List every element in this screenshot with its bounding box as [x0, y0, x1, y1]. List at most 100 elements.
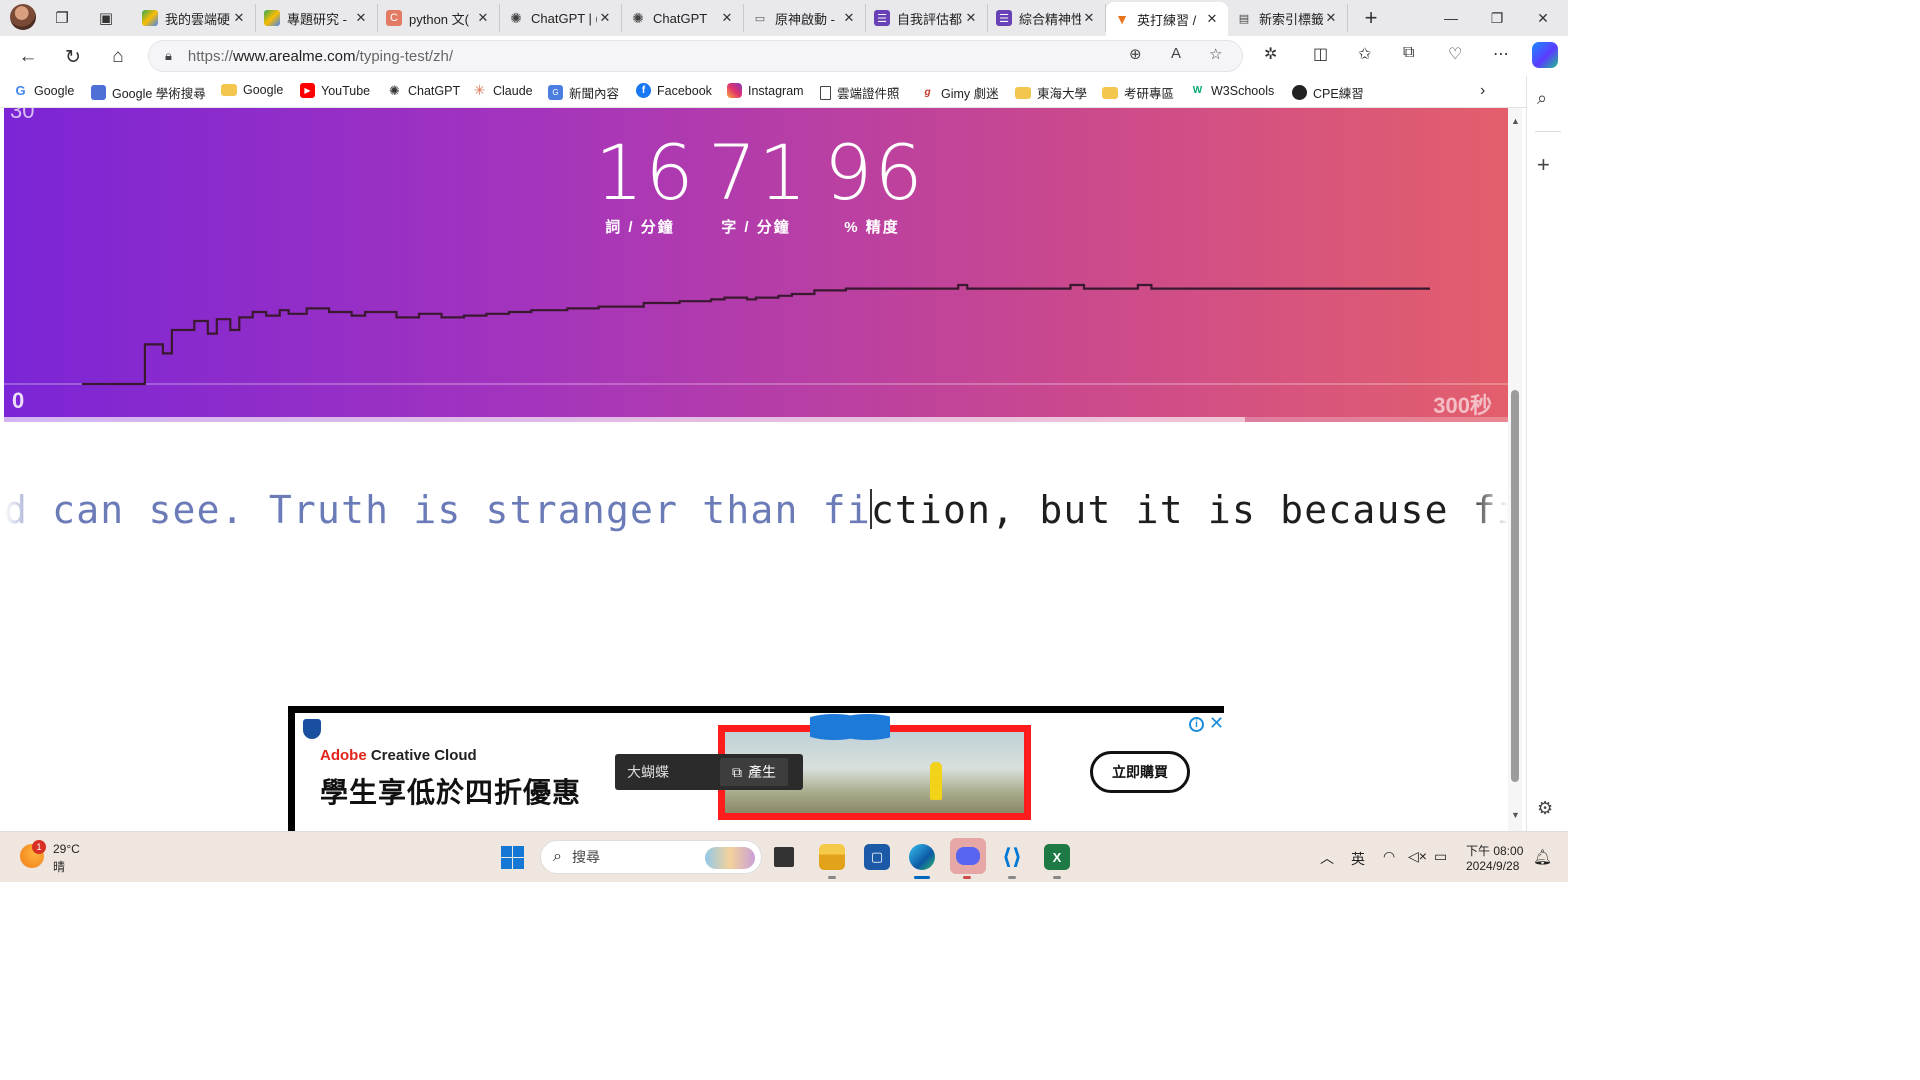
copilot-icon[interactable]	[1532, 42, 1558, 68]
browser-essentials-icon[interactable]: ♡	[1448, 44, 1462, 64]
chevron-up-icon[interactable]: ︿	[1320, 848, 1334, 868]
chart-point	[463, 317, 464, 318]
tab-typing-practice[interactable]: ▼ 英打練習 / ✕	[1106, 2, 1228, 36]
typing-area[interactable]: d can see. Truth is stranger than fictio…	[4, 480, 1508, 540]
minimize-button[interactable]: —	[1428, 4, 1474, 32]
close-icon[interactable]: ✕	[841, 10, 857, 26]
read-aloud-icon[interactable]: A	[1171, 45, 1181, 62]
remote-desktop-icon[interactable]: ▢	[864, 844, 890, 870]
fav-google[interactable]: G Google	[13, 83, 74, 98]
chart-point	[230, 329, 231, 330]
taskbar-search[interactable]: ⌕ 搜尋	[540, 840, 762, 874]
split-screen-icon[interactable]: ◫	[1313, 44, 1328, 64]
workspaces-icon[interactable]: ❐	[50, 6, 74, 30]
weather-temperature[interactable]: 29°C	[53, 842, 80, 856]
wifi-icon[interactable]: ◠	[1383, 848, 1395, 865]
tab-genshin[interactable]: ▭ 原神啟動 - ✕	[744, 4, 866, 32]
extensions-icon[interactable]: ✲	[1264, 44, 1277, 64]
lock-icon[interactable]: 🔒︎	[165, 48, 172, 64]
profile-avatar[interactable]	[10, 4, 36, 30]
fav-w3schools[interactable]: W W3Schools	[1190, 83, 1274, 98]
page-scrollbar[interactable]: ▲ ▼	[1508, 108, 1522, 831]
chart-point	[1070, 284, 1071, 285]
add-plus-icon[interactable]: +	[1537, 152, 1550, 178]
fav-folder-tunghai[interactable]: 東海大學	[1015, 83, 1087, 102]
fav-claude[interactable]: ✳ Claude	[472, 82, 533, 98]
home-icon[interactable]: ⌂	[104, 43, 132, 71]
fav-folder-google[interactable]: Google	[221, 83, 283, 97]
file-explorer-icon[interactable]	[819, 844, 845, 870]
favorites-icon[interactable]: ✩	[1358, 44, 1371, 64]
excel-icon[interactable]: X	[1044, 844, 1070, 870]
tab-chatgpt-1[interactable]: ✺ ChatGPT | ( ✕	[500, 4, 622, 32]
close-window-button[interactable]: ✕	[1520, 4, 1566, 32]
chevron-right-icon[interactable]: ›	[1480, 82, 1485, 100]
notification-bell-icon[interactable]: 🔔︎	[1533, 848, 1552, 866]
chart-point	[1160, 288, 1161, 289]
ad-prompt-chip[interactable]: 大蝴蝶 ⧉ 產生	[615, 754, 803, 790]
new-tab-plus-icon[interactable]: +	[1359, 5, 1383, 30]
chart-point	[207, 333, 208, 334]
close-icon[interactable]: ✕	[475, 10, 491, 26]
collections-icon[interactable]: ⧉	[1403, 44, 1414, 62]
close-icon[interactable]: ✕	[597, 10, 613, 26]
vscode-icon[interactable]: ⟨⟩	[999, 844, 1025, 870]
fav-cpe[interactable]: CPE練習	[1292, 83, 1364, 102]
close-icon[interactable]: ✕	[231, 10, 247, 26]
discord-tile[interactable]	[950, 838, 986, 874]
close-icon[interactable]: ✕	[1081, 10, 1097, 26]
buy-now-button[interactable]: 立即購買	[1090, 751, 1190, 793]
fav-youtube[interactable]: ▶ YouTube	[300, 83, 370, 98]
tab-new-tab[interactable]: ▤ 新索引標籤 ✕	[1228, 4, 1348, 32]
scroll-thumb[interactable]	[1511, 390, 1519, 782]
fav-gimy[interactable]: g Gimy 劇迷	[920, 83, 998, 102]
close-icon[interactable]: ✕	[353, 10, 369, 26]
task-view-icon[interactable]	[774, 847, 794, 867]
advertisement-banner[interactable]: Adobe Creative Cloud 學生享低於四折優惠 大蝴蝶 ⧉ 產生 立…	[288, 706, 1224, 831]
tab-python[interactable]: C python 文( ✕	[378, 4, 500, 32]
windows-start-icon[interactable]	[501, 846, 524, 869]
edge-browser-icon[interactable]	[909, 844, 935, 870]
close-icon[interactable]: ✕	[719, 10, 735, 26]
address-bar[interactable]: 🔒︎ https://www.arealme.com/typing-test/z…	[148, 40, 1243, 72]
weather-condition[interactable]: 晴	[53, 858, 65, 875]
tab-google-drive-2[interactable]: 專題研究 - ✕	[256, 4, 378, 32]
tab-actions-icon[interactable]: ▣	[94, 6, 118, 30]
url-text[interactable]: https://www.arealme.com/typing-test/zh/	[188, 48, 453, 65]
ime-indicator[interactable]: 英	[1351, 849, 1365, 869]
scroll-up-arrow-icon[interactable]: ▲	[1511, 116, 1520, 126]
chart-point	[144, 344, 145, 345]
close-icon[interactable]: ✕	[1204, 11, 1220, 27]
fav-facebook[interactable]: f Facebook	[636, 83, 712, 98]
chart-point	[239, 317, 240, 318]
clock-time[interactable]: 下午 08:00	[1466, 842, 1523, 859]
battery-icon[interactable]: ▭	[1434, 848, 1447, 865]
tab-google-drive-1[interactable]: 我的雲端硬 ✕	[134, 4, 256, 32]
scroll-down-arrow-icon[interactable]: ▼	[1511, 810, 1520, 820]
favorite-star-icon[interactable]: ☆	[1209, 45, 1222, 63]
ad-info-icon[interactable]: i	[1189, 717, 1204, 732]
search-icon[interactable]: ⌕	[1537, 88, 1547, 109]
fav-instagram[interactable]: Instagram	[727, 83, 804, 98]
fav-google-scholar[interactable]: Google 學術搜尋	[91, 83, 206, 102]
close-icon[interactable]: ✕	[963, 10, 979, 26]
restore-button[interactable]: ❐	[1474, 4, 1520, 32]
tab-spirituality[interactable]: ☰ 綜合精神性 ✕	[988, 4, 1106, 32]
clock-date[interactable]: 2024/9/28	[1466, 859, 1519, 873]
fav-folder-grad-exam[interactable]: 考研專區	[1102, 83, 1174, 102]
gear-icon[interactable]: ⚙	[1537, 798, 1553, 819]
generate-button[interactable]: ⧉ 產生	[720, 758, 788, 786]
back-arrow-icon[interactable]: ←	[14, 43, 42, 71]
zoom-icon[interactable]: ⊕	[1129, 45, 1142, 63]
close-icon[interactable]: ✕	[1323, 10, 1339, 26]
fav-chatgpt[interactable]: ✺ ChatGPT	[387, 83, 460, 98]
volume-muted-icon[interactable]: ◁×	[1408, 848, 1427, 865]
fav-id-photo[interactable]: 雲端證件照	[820, 83, 900, 102]
more-menu-icon[interactable]: ⋯	[1493, 44, 1509, 64]
refresh-icon[interactable]: ↻	[59, 43, 87, 71]
tab-self-assessment[interactable]: ☰ 自我評估都 ✕	[866, 4, 988, 32]
fav-news[interactable]: G 新聞內容	[548, 83, 619, 102]
chart-point	[643, 306, 644, 307]
ad-close-icon[interactable]: ✕	[1209, 713, 1224, 734]
tab-chatgpt-2[interactable]: ✺ ChatGPT ✕	[622, 4, 744, 32]
